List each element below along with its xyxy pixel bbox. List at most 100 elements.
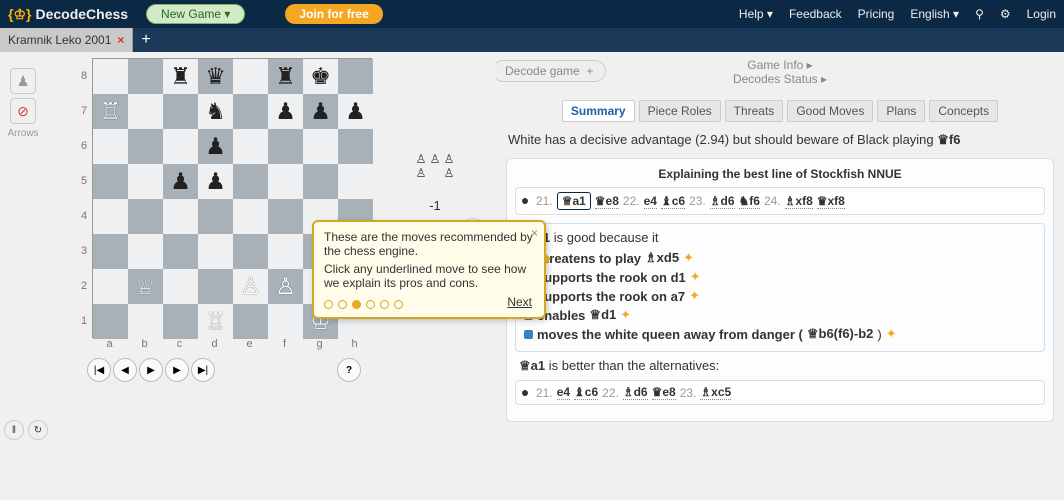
square-b1[interactable] <box>128 304 163 339</box>
square-a7[interactable]: ♖ <box>93 94 128 129</box>
square-f5[interactable] <box>268 164 303 199</box>
move[interactable]: ♗d6 <box>623 385 648 400</box>
decodes-status-link[interactable]: Decodes Status ▸ <box>733 72 827 86</box>
nav-play-button[interactable]: ▶ <box>139 358 163 382</box>
square-f8[interactable]: ♜ <box>268 59 303 94</box>
square-e3[interactable] <box>233 234 268 269</box>
square-h7[interactable]: ♟ <box>338 94 373 129</box>
square-g8[interactable]: ♚ <box>303 59 338 94</box>
square-g5[interactable] <box>303 164 338 199</box>
feedback-link[interactable]: Feedback <box>789 7 842 21</box>
square-a3[interactable] <box>93 234 128 269</box>
square-b3[interactable] <box>128 234 163 269</box>
reason[interactable]: supports the rook on a7 ✦ <box>524 288 1036 304</box>
square-f3[interactable] <box>268 234 303 269</box>
square-d8[interactable]: ♛ <box>198 59 233 94</box>
square-a4[interactable] <box>93 199 128 234</box>
gear-icon[interactable]: ⚙ <box>1000 7 1011 21</box>
square-g6[interactable] <box>303 129 338 164</box>
tab-piece-roles[interactable]: Piece Roles <box>639 100 721 122</box>
new-game-button[interactable]: New Game ▾ <box>146 4 245 24</box>
nav-last-button[interactable]: ▶| <box>191 358 215 382</box>
square-e7[interactable] <box>233 94 268 129</box>
move[interactable]: ♞f6 <box>739 194 760 209</box>
square-e4[interactable] <box>233 199 268 234</box>
square-c6[interactable] <box>163 129 198 164</box>
square-e8[interactable] <box>233 59 268 94</box>
forbid-icon[interactable]: ⊘ <box>10 98 36 124</box>
square-d2[interactable] <box>198 269 233 304</box>
close-tab-icon[interactable]: × <box>117 33 124 47</box>
square-c5[interactable]: ♟ <box>163 164 198 199</box>
square-f7[interactable]: ♟ <box>268 94 303 129</box>
join-free-button[interactable]: Join for free <box>285 4 382 24</box>
square-b6[interactable] <box>128 129 163 164</box>
tab-threats[interactable]: Threats <box>725 100 784 122</box>
square-a5[interactable] <box>93 164 128 199</box>
pause-icon[interactable]: ‖ <box>4 420 24 440</box>
pricing-link[interactable]: Pricing <box>858 7 895 21</box>
tooltip-next-button[interactable]: Next <box>507 295 532 309</box>
decode-game-button[interactable]: Decode game + <box>496 60 606 82</box>
nav-next-button[interactable]: ▶ <box>165 358 189 382</box>
tab-plans[interactable]: Plans <box>877 100 925 122</box>
reason[interactable]: supports the rook on d1 ✦ <box>524 269 1036 285</box>
reason[interactable]: enables ♕d1 ✦ <box>524 307 1036 323</box>
pawn-icon[interactable]: ♟ <box>10 68 36 94</box>
square-e6[interactable] <box>233 129 268 164</box>
square-f1[interactable] <box>268 304 303 339</box>
playback-icon[interactable]: ↻ <box>28 420 48 440</box>
tab-summary[interactable]: Summary <box>562 100 635 122</box>
move[interactable]: ♛xf8 <box>817 194 845 209</box>
language-menu[interactable]: English ▾ <box>910 7 959 21</box>
square-f6[interactable] <box>268 129 303 164</box>
tab-concepts[interactable]: Concepts <box>929 100 998 122</box>
square-c4[interactable] <box>163 199 198 234</box>
tooltip-close-icon[interactable]: × <box>531 226 538 240</box>
square-c3[interactable] <box>163 234 198 269</box>
square-e2[interactable]: ♙ <box>233 269 268 304</box>
add-tab-button[interactable]: + <box>133 31 158 49</box>
move[interactable]: ♗xf8 <box>785 194 813 209</box>
square-d3[interactable] <box>198 234 233 269</box>
square-a8[interactable] <box>93 59 128 94</box>
game-tab[interactable]: Kramnik Leko 2001 × <box>0 28 133 52</box>
game-info-link[interactable]: Game Info ▸ <box>747 58 812 72</box>
square-c1[interactable] <box>163 304 198 339</box>
move[interactable]: ♗xc5 <box>700 385 731 400</box>
square-f4[interactable] <box>268 199 303 234</box>
help-menu[interactable]: Help ▾ <box>739 7 773 21</box>
square-d7[interactable]: ♞ <box>198 94 233 129</box>
advantage-move[interactable]: ♛f6 <box>937 132 960 147</box>
square-b7[interactable] <box>128 94 163 129</box>
move[interactable]: ♗d6 <box>710 194 735 209</box>
login-link[interactable]: Login <box>1027 7 1056 21</box>
move[interactable]: ♛e8 <box>652 385 676 400</box>
reason[interactable]: threatens to play ♗xd5 ✦ <box>524 250 1036 266</box>
move[interactable]: ♝c6 <box>574 385 598 400</box>
square-d6[interactable]: ♟ <box>198 129 233 164</box>
square-b8[interactable] <box>128 59 163 94</box>
square-h6[interactable] <box>338 129 373 164</box>
move[interactable]: e4 <box>644 194 657 209</box>
square-c2[interactable] <box>163 269 198 304</box>
square-d1[interactable]: ♖ <box>198 304 233 339</box>
square-d5[interactable]: ♟ <box>198 164 233 199</box>
nav-prev-button[interactable]: ◀ <box>113 358 137 382</box>
square-b5[interactable] <box>128 164 163 199</box>
square-b4[interactable] <box>128 199 163 234</box>
square-h5[interactable] <box>338 164 373 199</box>
move[interactable]: ♛e8 <box>595 194 619 209</box>
square-c8[interactable]: ♜ <box>163 59 198 94</box>
move[interactable]: ♕a1 <box>557 192 591 210</box>
reason[interactable]: moves the white queen away from danger (… <box>524 326 1036 342</box>
square-a1[interactable] <box>93 304 128 339</box>
square-a2[interactable] <box>93 269 128 304</box>
square-b2[interactable]: ♕ <box>128 269 163 304</box>
tab-good-moves[interactable]: Good Moves <box>787 100 873 122</box>
square-e5[interactable] <box>233 164 268 199</box>
square-e1[interactable] <box>233 304 268 339</box>
nav-first-button[interactable]: |◀ <box>87 358 111 382</box>
square-c7[interactable] <box>163 94 198 129</box>
share-icon[interactable]: ⚲ <box>975 7 984 21</box>
